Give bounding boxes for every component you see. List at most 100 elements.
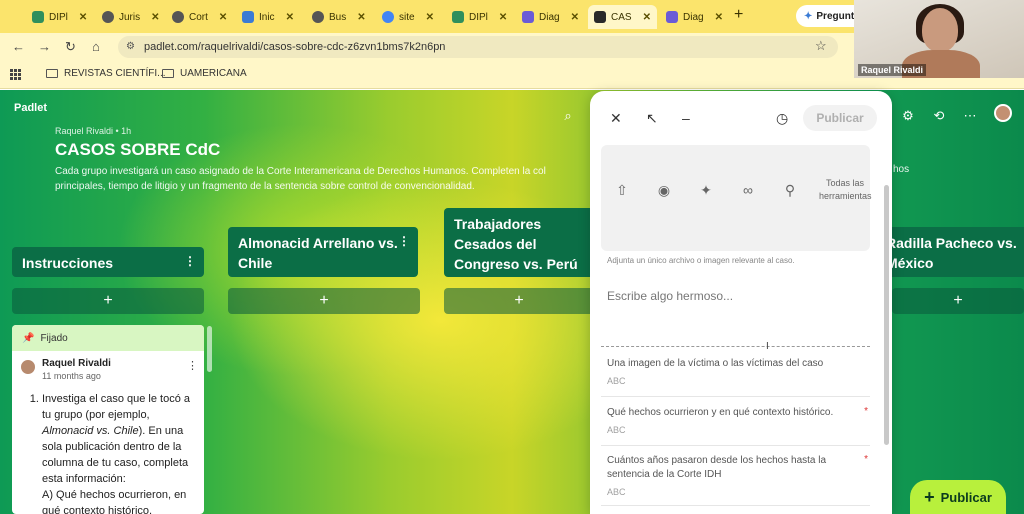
text-cursor-icon: I [766,341,769,352]
add-post-button[interactable]: + [892,288,1024,314]
custom-field-image-victim[interactable]: Una imagen de la víctima o las víctimas … [601,357,870,397]
browser-tab[interactable]: Diag ✕ [660,5,729,29]
gear-icon[interactable]: ⚙ [900,108,916,124]
publish-button[interactable]: Publicar [803,105,877,131]
tab-favicon-icon [382,11,394,23]
tab-close-icon[interactable]: ✕ [151,12,159,23]
required-marker: * [864,454,868,465]
browser-tab[interactable]: site ✕ [376,5,440,29]
column-title: Instrucciones [22,255,114,271]
browser-tab[interactable]: Juris ✕ [96,5,166,29]
tab-close-icon[interactable]: ✕ [499,12,507,23]
forward-arrow-icon[interactable]: → [38,39,51,54]
bookmark-folder[interactable]: REVISTAS CIENTÍFI... [46,68,166,79]
custom-field-years[interactable]: Cuántos años pasaron desde los hechos ha… [601,454,870,506]
add-post-button[interactable]: + [444,288,594,314]
expand-arrow-icon[interactable]: ↖ [646,110,658,127]
tab-close-icon[interactable]: ✕ [357,12,365,23]
remake-icon[interactable]: ⟲ [931,108,947,124]
add-post-button[interactable]: + [228,288,420,314]
tab-close-icon[interactable]: ✕ [286,12,294,23]
column-scrollbar[interactable] [207,326,212,372]
browser-tab[interactable]: Cort ✕ [166,5,233,29]
board-description-tail: hos [893,164,910,175]
browser-tab-active[interactable]: CAS ✕ [588,5,657,29]
browser-tab[interactable]: Bus ✕ [306,5,372,29]
folder-icon [162,69,174,78]
more-options-icon[interactable]: ⋯ [962,108,978,124]
post-time: 11 months ago [42,371,101,381]
column-menu-icon[interactable]: ⋮ [184,251,196,271]
tab-favicon-icon [452,11,464,23]
apps-grid-icon[interactable] [10,69,21,80]
padlet-logo[interactable]: Padlet [14,102,47,114]
browser-tab[interactable]: DIPl ✕ [446,5,513,29]
camera-icon[interactable]: ◉ [653,182,675,199]
column-menu-icon[interactable]: ⋮ [398,231,410,251]
browser-tab[interactable]: Inic ✕ [236,5,300,29]
tab-close-icon[interactable]: ✕ [79,12,87,23]
column-header-radilla[interactable]: Radilla Pacheco vs. México [876,227,1024,277]
tab-favicon-icon [312,11,324,23]
column-header-instrucciones[interactable]: Instrucciones ⋮ [12,247,204,277]
image-search-icon[interactable]: ⚲ [779,182,801,199]
publish-fab-button[interactable]: + Publicar [910,480,1006,514]
add-post-button[interactable]: + [12,288,204,314]
reload-icon[interactable]: ↻ [65,39,76,55]
pinned-post-card[interactable]: 📌 Fijado Raquel Rivaldi 11 months ago ⋮ … [12,325,204,514]
back-arrow-icon[interactable]: ← [12,39,25,54]
attachment-area: ⇧ ◉ ✦ ∞ ⚲ Todas las herramientas [601,145,872,251]
required-marker: * [864,406,868,417]
column-title: Almonacid Arrellano vs. Chile [238,235,398,271]
webcam-overlay: Raquel Rivaldi [854,0,1024,78]
tab-close-icon[interactable]: ✕ [643,12,651,23]
site-settings-icon[interactable]: ⚙ [126,41,135,52]
attachment-help-text: Adjunta un único archivo o imagen releva… [607,256,795,265]
post-composer-panel: ✕ ↖ – ◷ Publicar ⇧ ◉ ✦ ∞ ⚲ Todas las her… [590,91,892,514]
link-icon[interactable]: ∞ [737,182,759,198]
avatar[interactable] [994,104,1012,122]
all-tools-button[interactable]: Todas las herramientas [819,177,872,203]
tab-close-icon[interactable]: ✕ [219,12,227,23]
participant-name: Raquel Rivaldi [858,64,927,76]
upload-icon[interactable]: ⇧ [611,182,633,199]
new-tab-button[interactable]: + [734,6,743,24]
post-body-input[interactable]: Escribe algo hermoso... [607,289,733,303]
schedule-icon[interactable]: ◷ [776,110,788,127]
tab-label: DIPl [469,11,488,23]
custom-field-facts[interactable]: Qué hechos ocurrieron y en qué contexto … [601,406,870,446]
minimize-icon[interactable]: – [682,110,690,126]
tab-label: CAS [611,11,632,23]
browser-tab[interactable]: Diag ✕ [516,5,585,29]
browser-tab[interactable]: DIPl ✕ [26,5,93,29]
tab-favicon-icon [242,11,254,23]
pin-icon: 📌 [22,332,35,344]
panel-scrollbar[interactable] [884,185,889,445]
board-title: CASOS SOBRE CdC [55,140,221,159]
tab-favicon-icon [172,11,184,23]
ai-image-icon[interactable]: ✦ [695,182,717,199]
close-icon[interactable]: ✕ [610,110,622,127]
publish-label: Publicar [940,489,992,505]
url-field[interactable]: ⚙ padlet.com/raquelrivaldi/casos-sobre-c… [118,36,838,58]
board-description: Cada grupo investigará un caso asignado … [55,166,546,192]
column-header-trabajadores[interactable]: Trabajadores Cesados del Congreso vs. Pe… [444,208,594,277]
pinned-banner: 📌 Fijado [12,325,204,351]
tab-favicon-icon [666,11,678,23]
tab-label: Inic [259,11,275,23]
bookmark-label: REVISTAS CIENTÍFI... [64,68,166,79]
post-menu-icon[interactable]: ⋮ [187,359,198,372]
bookmark-folder[interactable]: UAMERICANA [162,68,247,79]
tab-favicon-icon [594,11,606,23]
home-icon[interactable]: ⌂ [92,39,100,54]
column-header-almonacid[interactable]: Almonacid Arrellano vs. Chile ⋮ [228,227,418,277]
bookmark-star-icon[interactable]: ☆ [815,38,827,54]
tab-close-icon[interactable]: ✕ [571,12,579,23]
tab-close-icon[interactable]: ✕ [715,12,723,23]
pinned-label: Fijado [40,332,68,344]
post-author: Raquel Rivaldi [42,358,111,369]
column-title: Trabajadores Cesados del Congreso vs. Pe… [454,216,578,272]
search-icon[interactable]: ⌕ [560,108,576,124]
field-divider [601,346,870,347]
tab-close-icon[interactable]: ✕ [426,12,434,23]
